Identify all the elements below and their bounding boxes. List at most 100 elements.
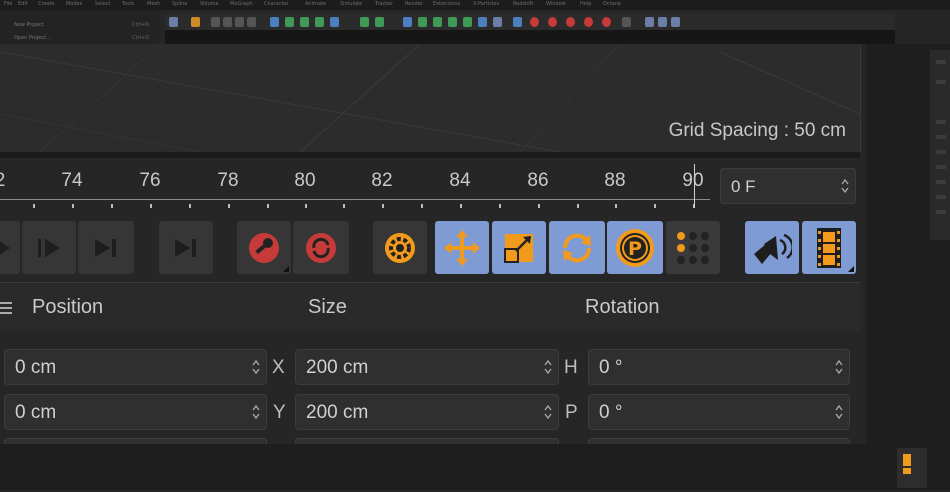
stepper-arrows-icon[interactable]: [835, 402, 843, 422]
menu-item-octane[interactable]: Octane: [603, 1, 621, 7]
recent-item-new-project[interactable]: New Project: [14, 22, 44, 28]
stepper-arrows-icon[interactable]: [252, 402, 260, 422]
stepper-arrows-icon[interactable]: [544, 357, 552, 377]
menu-item-render[interactable]: Render: [405, 1, 423, 7]
panel-item[interactable]: [936, 180, 946, 184]
toolbar-icon[interactable]: [658, 17, 667, 27]
position-y-field[interactable]: 0 cm: [4, 394, 267, 430]
toolbar-icon[interactable]: [513, 17, 522, 27]
menu-item-tracker[interactable]: Tracker: [375, 1, 393, 7]
toolbar-icon[interactable]: [548, 17, 557, 27]
timeline-tick: [382, 204, 384, 208]
record-parameter-button[interactable]: P: [607, 221, 663, 274]
record-position-button[interactable]: [435, 221, 489, 274]
menu-item-create[interactable]: Create: [38, 1, 55, 7]
toolbar-icon[interactable]: [448, 17, 457, 27]
autokeying-button[interactable]: [293, 221, 349, 274]
menu-item-tools[interactable]: Tools: [122, 1, 134, 7]
record-scale-button[interactable]: [492, 221, 546, 274]
rotation-h-field[interactable]: 0 °: [588, 349, 850, 385]
autokey-icon: [306, 232, 336, 263]
toolbar-icon[interactable]: [418, 17, 427, 27]
menu-item-character[interactable]: Character: [264, 1, 289, 7]
panel-item[interactable]: [936, 60, 946, 64]
go-to-next-key-button[interactable]: [78, 221, 134, 274]
timeline-tick: [150, 204, 152, 208]
play-reverse-button[interactable]: [0, 221, 20, 274]
film-button[interactable]: [802, 221, 856, 274]
toolbar-icon[interactable]: [211, 17, 220, 27]
stepper-arrows-icon[interactable]: [252, 357, 260, 377]
menu-item-spline[interactable]: Spline: [172, 1, 187, 7]
panel-item[interactable]: [936, 120, 946, 124]
panel-item[interactable]: [936, 135, 946, 139]
menu-item-redshift[interactable]: Redshift: [513, 1, 533, 7]
toolbar-icon[interactable]: [247, 17, 256, 27]
toolbar-icon[interactable]: [360, 17, 369, 27]
panel-item[interactable]: [936, 165, 946, 169]
bottom-panel: [0, 444, 950, 490]
panel-item[interactable]: [936, 150, 946, 154]
record-keys-button[interactable]: [237, 221, 291, 274]
size-x-field[interactable]: 200 cm: [295, 349, 559, 385]
panel-item[interactable]: [936, 210, 946, 214]
current-frame-field[interactable]: 0 F: [720, 168, 856, 204]
toolbar-icon[interactable]: [330, 17, 339, 27]
toolbar-icon[interactable]: [433, 17, 442, 27]
menu-item-edit[interactable]: Edit: [18, 1, 28, 7]
toolbar-icon[interactable]: [191, 17, 200, 27]
menu-icon[interactable]: [0, 302, 12, 314]
toolbar-icon[interactable]: [463, 17, 472, 27]
toolbar-icon[interactable]: [530, 17, 539, 27]
rotation-p-field[interactable]: 0 °: [588, 394, 850, 430]
size-y-field[interactable]: 200 cm: [295, 394, 559, 430]
toolbar-icon[interactable]: [478, 17, 487, 27]
stepper-arrows-icon[interactable]: [841, 176, 849, 196]
menu-item-mograph[interactable]: MoGraph: [230, 1, 253, 7]
menu-item-mesh[interactable]: Mesh: [147, 1, 160, 7]
record-point-level-button[interactable]: [666, 221, 720, 274]
menu-item-x-particles[interactable]: X-Particles: [473, 1, 499, 7]
menu-item-simulate[interactable]: Simulate: [340, 1, 362, 7]
toolbar-icon[interactable]: [375, 17, 384, 27]
viewport[interactable]: Grid Spacing : 50 cm: [0, 44, 861, 152]
stepper-arrows-icon[interactable]: [835, 357, 843, 377]
menu-item-volume[interactable]: Volume: [200, 1, 219, 7]
panel-item[interactable]: [936, 80, 946, 84]
toolbar-icon[interactable]: [300, 17, 309, 27]
menu-item-file[interactable]: File: [4, 1, 12, 7]
position-x-field[interactable]: 0 cm: [4, 349, 267, 385]
menu-item-animate[interactable]: Animate: [305, 1, 326, 7]
toolbar-icon[interactable]: [584, 17, 593, 27]
timeline-tick-label: 84: [449, 170, 471, 191]
keyframe-selection-button[interactable]: [373, 221, 427, 274]
timeline-ruler[interactable]: 2 74 76 78 80 82 84 86 88 90: [0, 158, 712, 214]
app-corner-icon[interactable]: [897, 448, 927, 488]
toolbar-icon[interactable]: [223, 17, 232, 27]
toolbar-icon[interactable]: [270, 17, 279, 27]
toolbar-icon[interactable]: [622, 17, 631, 27]
toolbar-icon[interactable]: [169, 17, 178, 27]
panel-item[interactable]: [936, 195, 946, 199]
menu-item-extensions[interactable]: Extensions: [433, 1, 460, 7]
menu-item-select[interactable]: Select: [95, 1, 110, 7]
stepper-arrows-icon[interactable]: [544, 402, 552, 422]
toolbar-icon[interactable]: [645, 17, 654, 27]
sound-button[interactable]: [745, 221, 799, 274]
toolbar-icon[interactable]: [602, 17, 611, 27]
toolbar-icon[interactable]: [315, 17, 324, 27]
go-to-end-button[interactable]: [159, 221, 213, 274]
toolbar-icon[interactable]: [403, 17, 412, 27]
toolbar-icon[interactable]: [285, 17, 294, 27]
toolbar-icon[interactable]: [671, 17, 680, 27]
playhead[interactable]: [694, 164, 695, 208]
menu-item-window[interactable]: Window: [546, 1, 566, 7]
toolbar-icon[interactable]: [493, 17, 502, 27]
toolbar-icon[interactable]: [235, 17, 244, 27]
menu-item-help[interactable]: Help: [580, 1, 591, 7]
play-forward-button[interactable]: [22, 221, 76, 274]
recent-item-open-project[interactable]: Open Project...: [14, 35, 51, 41]
record-rotation-button[interactable]: [549, 221, 605, 274]
menu-item-modes[interactable]: Modes: [66, 1, 82, 7]
toolbar-icon[interactable]: [566, 17, 575, 27]
